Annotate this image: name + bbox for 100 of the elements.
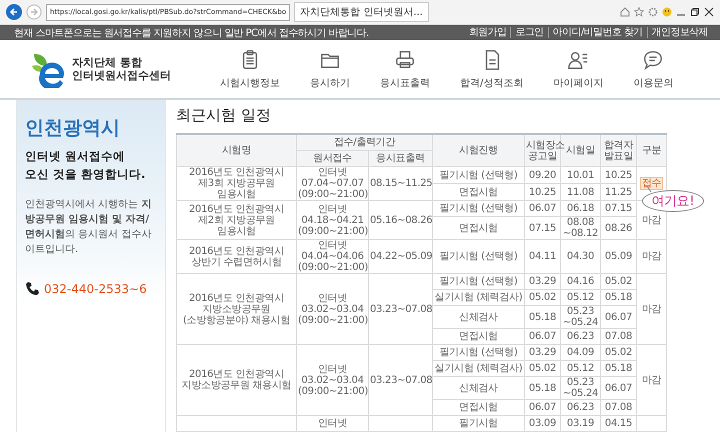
notice-message: 현재 스마트폰으로는 원서접수를 지원하지 않으니 일반 PC에서 접수하시기 바랍니다.: [14, 26, 369, 40]
browser-tab[interactable]: 자치단체통합 인터넷원서...: [294, 2, 429, 22]
logo-text[interactable]: 자치단체 통합 인터넷원서접수센터: [72, 56, 171, 82]
ticket-period-cell: 04.22~05.09: [368, 240, 432, 274]
nav-item[interactable]: 합격/성적조회: [460, 48, 524, 90]
header-link[interactable]: 회원가입: [464, 27, 510, 38]
exam-date-cell: 05.12: [560, 290, 600, 306]
column-header: 원서접수: [296, 150, 368, 166]
printer-icon: [394, 48, 416, 70]
exam-date-cell: 06.23: [560, 400, 600, 416]
exam-name-cell: 2016년도 인천광역시 지방소방공무원(소방항공분야) 채용시험: [176, 274, 296, 344]
result-date-cell: 04.15: [600, 416, 636, 432]
result-date-cell: 05.02: [600, 274, 636, 290]
back-button[interactable]: [6, 4, 22, 20]
notice-date-cell: 03.29: [524, 344, 560, 360]
notice-date-cell: 04.11: [524, 240, 560, 274]
status-text: 마감: [642, 304, 662, 314]
star-icon[interactable]: [634, 7, 644, 17]
exam-name-cell: 2016년도 인천광역시 제2회 지방공무원 임용시험: [176, 200, 296, 240]
chat-bubble-icon: [642, 48, 664, 70]
result-date-cell: 07.08: [600, 328, 636, 344]
home-icon[interactable]: [620, 7, 630, 17]
notice-date-cell: 07.15: [524, 216, 560, 240]
header-link[interactable]: 로그인: [510, 27, 548, 38]
exam-name-cell: 2016년도 인천광역시 지방소방공무원 채용시험: [176, 344, 296, 416]
column-header: 구분: [636, 134, 666, 166]
ticket-period-cell: [368, 416, 432, 432]
result-date-cell: 05.02: [600, 344, 636, 360]
welcome-text: 인터넷 원서접수에 오신 것을 환영합니다.: [25, 148, 146, 183]
exam-date-cell: 11.08: [560, 184, 600, 200]
application-period-cell: 인터넷: [296, 416, 368, 432]
stage-cell: 면접시험: [432, 216, 524, 240]
ticket-period-cell: 03.23~07.08: [368, 274, 432, 344]
stage-cell: 필기시험 (선택형): [432, 166, 524, 184]
result-date-cell: 10.25: [600, 166, 636, 184]
status-text: 마감: [642, 251, 662, 262]
stage-cell: 면접시험: [432, 328, 524, 344]
exam-date-cell: 06.23: [560, 328, 600, 344]
exam-date-cell: 04.09: [560, 344, 600, 360]
header-link[interactable]: 개인정보삭제: [646, 27, 712, 38]
restore-icon[interactable]: [690, 7, 700, 17]
nav-item[interactable]: 시험시행정보: [220, 48, 280, 90]
column-header: 접수/출력기간: [296, 134, 432, 150]
ticket-period-cell: 08.15~11.25: [368, 166, 432, 200]
exam-name-cell: 2016년도 인천광역시 제3회 지방공무원 임용시험: [176, 166, 296, 200]
stage-cell: 필기시험 (선택형): [432, 240, 524, 274]
phone-number: 032-440-2533~6: [44, 282, 147, 296]
exam-name-cell: 2016년도 인천광역시 상반기 수렵면허시험: [176, 240, 296, 274]
callout-bubble: 여기요!: [642, 190, 704, 212]
notice-date-cell: 06.07: [524, 400, 560, 416]
application-period-cell: 인터넷 03.02~03.04 (09:00~21:00): [296, 344, 368, 416]
column-header: 시험진행: [432, 134, 524, 166]
status-text: 마감: [642, 214, 662, 226]
exam-date-cell: 04.16: [560, 274, 600, 290]
phone-icon: [25, 281, 41, 297]
stage-cell: 면접시험: [432, 400, 524, 416]
notice-date-cell: 09.20: [524, 166, 560, 184]
exam-date-cell: 05.23 ~05.24: [560, 306, 600, 328]
column-header: 시험명: [176, 134, 296, 166]
nav-item[interactable]: 응시하기: [310, 48, 350, 90]
stage-cell: 필기시험 (선택형): [432, 274, 524, 290]
stage-cell: 신체검사: [432, 306, 524, 328]
column-header: 합격자 발표일: [600, 134, 636, 166]
exam-date-cell: 10.01: [560, 166, 600, 184]
nav-item[interactable]: 마이페이지: [553, 48, 604, 90]
application-period-cell: 인터넷 04.04~04.06 (09:00~21:00): [296, 240, 368, 274]
exam-date-cell: 06.18: [560, 200, 600, 216]
application-period-cell: 인터넷 04.18~04.21 (09:00~21:00): [296, 200, 368, 240]
stage-cell: 실기시험 (체력검사): [432, 360, 524, 376]
notice-date-cell: 05.18: [524, 306, 560, 328]
stage-cell: 필기시험: [432, 416, 524, 432]
exam-date-cell: 03.19: [560, 416, 600, 432]
nav-item[interactable]: 응시표출력: [380, 48, 430, 90]
stage-cell: 필기시험 (선택형): [432, 200, 524, 216]
notice-date-cell: 05.18: [524, 376, 560, 400]
nav-item[interactable]: 이용문의: [633, 48, 674, 90]
header-link[interactable]: 아이디/비밀번호 찾기: [548, 27, 647, 38]
notice-date-cell: 06.07: [524, 200, 560, 216]
notice-date-cell: 03.09: [524, 416, 560, 432]
stage-cell: 필기시험 (선택형): [432, 344, 524, 360]
result-date-cell: 05.18: [600, 360, 636, 376]
application-period-cell: 인터넷 03.02~03.04 (09:00~21:00): [296, 274, 368, 344]
exam-date-cell: 08.08 ~08.12: [560, 216, 600, 240]
result-date-cell: 05.09: [600, 240, 636, 274]
notice-date-cell: 06.07: [524, 328, 560, 344]
application-period-cell: 인터넷 07.04~07.07 (09:00~21:00): [296, 166, 368, 200]
result-date-cell: 05.18: [600, 290, 636, 306]
exam-date-cell: 05.12: [560, 360, 600, 376]
close-icon[interactable]: [704, 7, 714, 17]
column-header: 응시표출력: [368, 150, 432, 166]
status-text: 마감: [642, 374, 662, 386]
result-date-cell: 07.08: [600, 400, 636, 416]
region-title: 인천광역시: [25, 116, 121, 141]
exam-date-cell: 04.30: [560, 240, 600, 274]
site-description: 인천광역시에서 시행하는 지방공무원 임용시험 및 자격/면허시험의 응시원서 접수사이트입니다.: [25, 198, 152, 257]
notice-date-cell: 05.02: [524, 290, 560, 306]
result-date-cell: 07.15: [600, 200, 636, 216]
stage-cell: 실기시험 (체력검사): [432, 290, 524, 306]
notice-date-cell: 05.02: [524, 360, 560, 376]
stage-cell: 면접시험: [432, 184, 524, 200]
